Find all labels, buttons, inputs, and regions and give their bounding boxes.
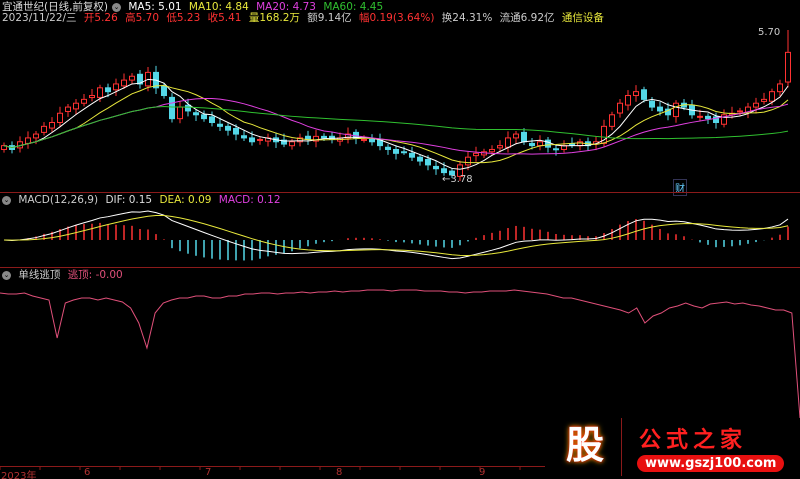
chevron-down-icon[interactable]: ⌄ — [2, 195, 11, 205]
candle-body — [289, 141, 295, 147]
candle-body — [617, 102, 623, 114]
candle-body — [433, 165, 439, 170]
candle-body — [241, 135, 247, 139]
candle-body — [185, 104, 191, 112]
dif-line — [3, 210, 789, 260]
panel-divider — [0, 192, 800, 193]
candle-body — [465, 156, 471, 166]
chart-canvas[interactable] — [0, 0, 800, 479]
panel-divider — [0, 267, 800, 268]
candle-body — [673, 102, 679, 118]
candle-body — [641, 89, 647, 100]
site-logo: 股 公式之家 www.gszj100.com — [555, 418, 795, 476]
candle-body — [417, 156, 423, 162]
x-axis-label: 9 — [479, 467, 486, 478]
candle-body — [769, 91, 775, 102]
candle-body — [569, 143, 575, 146]
candle-body — [489, 148, 495, 153]
candle-body — [33, 133, 39, 139]
candle-body — [89, 95, 95, 99]
indicator-title[interactable]: 单线逃顶 — [18, 269, 60, 281]
candle-body — [497, 145, 503, 149]
x-axis-label: 7 — [205, 467, 212, 478]
escape-top-line — [0, 289, 800, 419]
candle-body — [521, 131, 527, 143]
candle-body — [321, 135, 327, 139]
candle-body — [385, 146, 391, 150]
candle-body — [57, 112, 63, 123]
x-axis-line — [0, 466, 545, 467]
macd-dea: DEA: 0.09 — [159, 194, 212, 206]
candle-body — [217, 123, 223, 127]
candle-body — [777, 83, 783, 93]
candle-body — [609, 114, 615, 127]
min-price-label: ←3.78 — [442, 174, 473, 185]
candle-body — [249, 137, 255, 143]
candle-body — [73, 102, 79, 110]
candle-body — [649, 100, 655, 108]
x-axis-label: 2023年 — [1, 471, 37, 479]
candle-body — [121, 79, 127, 87]
candle-body — [257, 138, 263, 141]
candle-body — [761, 98, 767, 102]
candle-body — [425, 159, 431, 166]
candle-body — [537, 141, 543, 147]
candle-body — [697, 115, 703, 118]
candle-body — [409, 152, 415, 158]
x-axis-label: 8 — [336, 467, 343, 478]
macd-header: ⌄ MACD(12,26,9) DIF: 0.15 DEA: 0.09 MACD… — [2, 194, 285, 206]
candle-body — [201, 114, 207, 120]
finance-marker[interactable]: 财 — [673, 179, 687, 196]
candle-body — [209, 116, 215, 124]
candle-body — [169, 96, 175, 120]
candle-body — [657, 106, 663, 112]
candle-body — [161, 85, 167, 97]
candle-body — [513, 133, 519, 139]
candle-body — [81, 98, 87, 104]
candle-body — [129, 75, 135, 81]
candle-body — [25, 137, 31, 144]
max-price-label: 5.70 — [758, 27, 781, 38]
stock-chart-window: 宜通世纪(日线,前复权) ⌄ MA5: 5.01 MA10: 4.84 MA20:… — [0, 0, 800, 479]
candle-body — [401, 151, 407, 154]
candle-body — [41, 125, 47, 133]
candle-body — [225, 125, 231, 131]
candle-body — [233, 128, 239, 135]
candle-body — [393, 148, 399, 154]
indicator-header: ⌄ 单线逃顶 逃顶: -0.00 — [2, 269, 127, 281]
logo-divider — [621, 418, 622, 476]
macd-title[interactable]: MACD(12,26,9) — [18, 194, 98, 206]
indicator-value: 逃顶: -0.00 — [67, 269, 123, 281]
candle-body — [105, 87, 111, 93]
candle-body — [97, 87, 103, 98]
logo-char: 股 — [565, 423, 604, 467]
logo-url: www.gszj100.com — [637, 455, 785, 472]
candle-body — [737, 110, 743, 113]
macd-dif: DIF: 0.15 — [105, 194, 153, 206]
candle-body — [361, 138, 367, 141]
candle-body — [49, 122, 55, 129]
candle-body — [441, 168, 447, 174]
candle-body — [529, 142, 535, 147]
macd-value: MACD: 0.12 — [218, 194, 281, 206]
candle-body — [625, 95, 631, 106]
candle-body — [65, 106, 71, 112]
logo-name: 公式之家 — [639, 428, 748, 453]
candle-body — [473, 152, 479, 157]
candle-body — [633, 91, 639, 97]
candle-body — [193, 112, 199, 116]
candle-body — [505, 137, 511, 148]
candle-body — [177, 106, 183, 120]
candle-body — [753, 102, 759, 108]
candle-body — [785, 51, 791, 83]
candle-body — [705, 115, 711, 120]
candle-body — [553, 148, 559, 151]
chevron-down-icon[interactable]: ⌄ — [2, 270, 11, 280]
candle-body — [369, 138, 375, 143]
x-axis-label: 6 — [84, 467, 91, 478]
candle-body — [113, 83, 119, 91]
